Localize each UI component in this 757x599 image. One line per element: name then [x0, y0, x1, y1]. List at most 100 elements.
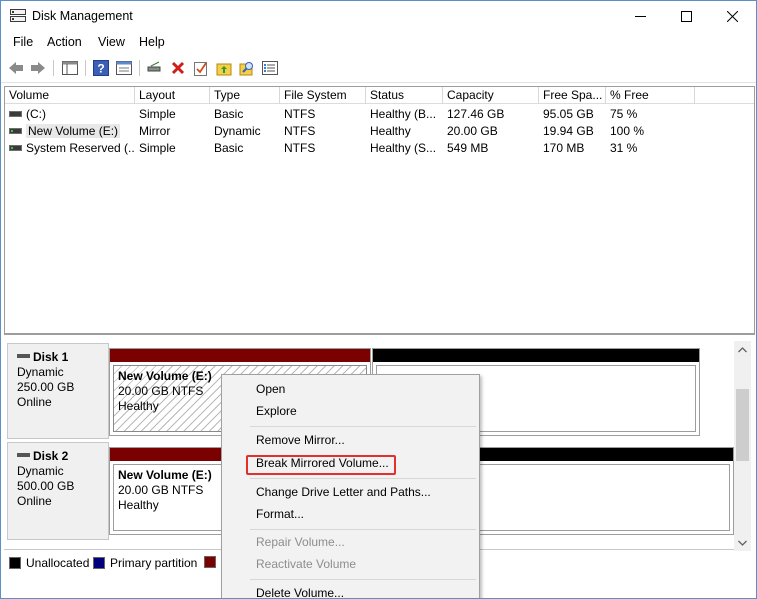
disk-2-label[interactable]: Disk 2 Dynamic 500.00 GB Online — [7, 442, 109, 540]
capacity-cell: 127.46 GB — [447, 107, 505, 121]
disk-icon — [17, 353, 30, 358]
minimize-button[interactable] — [617, 1, 663, 32]
column-volume[interactable]: Volume — [5, 87, 135, 104]
disk-name-row: Disk 1 — [17, 350, 108, 365]
toolbar-separator — [53, 60, 54, 76]
capacity-cell: 20.00 GB — [447, 124, 498, 138]
menu-bar: File Action View Help — [1, 32, 756, 54]
help-button[interactable]: ? — [91, 58, 111, 78]
connect-icon — [147, 61, 161, 72]
menu-separator — [250, 529, 476, 530]
menu-item-format[interactable]: Format... — [256, 507, 304, 521]
layout-cell: Mirror — [139, 124, 171, 138]
menu-file[interactable]: File — [13, 35, 33, 49]
volume-list: Volume Layout Type File System Status Ca… — [4, 86, 755, 334]
check-icon — [194, 62, 207, 76]
disk-management-window: Disk Management File Action View Help ? — [0, 0, 757, 599]
legend-mirrored-volume — [204, 556, 221, 568]
menu-view[interactable]: View — [98, 35, 125, 49]
menu-item-repair-volume: Repair Volume... — [256, 535, 345, 549]
vertical-scrollbar[interactable] — [734, 341, 751, 551]
connect-button[interactable] — [145, 58, 165, 78]
file-system-cell: NTFS — [284, 107, 316, 121]
close-button[interactable] — [709, 1, 755, 32]
back-icon — [9, 62, 23, 74]
forward-icon — [31, 62, 45, 74]
legend-swatch — [93, 557, 105, 569]
menu-help[interactable]: Help — [139, 35, 165, 49]
menu-item-open[interactable]: Open — [256, 382, 285, 396]
toolbar: ? — [1, 54, 756, 83]
column-layout[interactable]: Layout — [135, 87, 210, 104]
column-percent-free[interactable]: % Free — [606, 87, 695, 104]
scroll-thumb[interactable] — [736, 389, 749, 461]
volume-icon — [9, 144, 22, 151]
disk-name: Disk 2 — [33, 449, 69, 463]
disk-icon — [17, 452, 30, 457]
menu-separator — [250, 579, 476, 580]
menu-item-explore[interactable]: Explore — [256, 404, 297, 418]
volume-cell: New Volume (E:) — [5, 123, 135, 140]
list-button[interactable] — [260, 58, 280, 78]
type-cell: Basic — [214, 141, 244, 155]
folder-up-icon — [216, 63, 232, 76]
disk-type: Dynamic — [17, 464, 64, 478]
column-type[interactable]: Type — [210, 87, 280, 104]
folder-up-button[interactable] — [214, 58, 234, 78]
search-button[interactable] — [237, 58, 257, 78]
volume-cell: System Reserved (... — [5, 140, 135, 157]
column-free-space[interactable]: Free Spa... — [539, 87, 606, 104]
volume-name: System Reserved (... — [26, 141, 135, 155]
show-hide-console-tree-button[interactable] — [60, 58, 80, 78]
layout-cell: Simple — [139, 107, 176, 121]
delete-button[interactable] — [168, 58, 188, 78]
volume-icon — [9, 110, 22, 117]
capacity-cell: 549 MB — [447, 141, 489, 155]
disk-name: Disk 1 — [33, 350, 69, 364]
menu-separator — [250, 426, 476, 427]
svg-text:?: ? — [97, 62, 104, 76]
scroll-down-arrow[interactable] — [734, 534, 751, 551]
menu-item-remove-mirror[interactable]: Remove Mirror... — [256, 433, 345, 447]
disk-state: Online — [17, 395, 52, 409]
disk-name-row: Disk 2 — [17, 449, 108, 464]
menu-item-delete-volume[interactable]: Delete Volume... — [256, 586, 344, 598]
percent-free-cell: 100 % — [610, 124, 645, 138]
back-button[interactable] — [6, 58, 26, 78]
disk-type: Dynamic — [17, 365, 64, 379]
help-icon: ? — [93, 60, 109, 76]
status-cell: Healthy (S... — [370, 141, 437, 155]
menu-item-change-drive-letter[interactable]: Change Drive Letter and Paths... — [256, 485, 431, 499]
disk-state: Online — [17, 494, 52, 508]
legend-label: Unallocated — [26, 556, 90, 570]
volume-name: New Volume (E:) — [26, 124, 121, 138]
volume-list-header: Volume Layout Type File System Status Ca… — [5, 87, 754, 104]
scroll-up-arrow[interactable] — [734, 341, 751, 358]
legend-primary-partition: Primary partition — [93, 556, 197, 570]
menu-action[interactable]: Action — [47, 35, 82, 49]
properties-icon — [116, 61, 132, 75]
check-button[interactable] — [191, 58, 211, 78]
free-space-cell: 95.05 GB — [543, 107, 594, 121]
maximize-button[interactable] — [663, 1, 709, 32]
properties-button[interactable] — [114, 58, 134, 78]
unallocated-bar — [373, 349, 699, 362]
percent-free-cell: 75 % — [610, 107, 638, 121]
forward-button[interactable] — [28, 58, 48, 78]
volume-row[interactable]: (C:) Simple Basic NTFS Healthy (B... 127… — [5, 106, 754, 123]
file-system-cell: NTFS — [284, 141, 316, 155]
type-cell: Dynamic — [214, 124, 261, 138]
window-title: Disk Management — [32, 9, 133, 23]
delete-icon — [171, 61, 185, 75]
type-cell: Basic — [214, 107, 244, 121]
column-file-system[interactable]: File System — [280, 87, 366, 104]
volume-row[interactable]: System Reserved (... Simple Basic NTFS H… — [5, 140, 754, 157]
title-bar: Disk Management — [1, 1, 756, 32]
volume-row[interactable]: New Volume (E:) Mirror Dynamic NTFS Heal… — [5, 123, 754, 140]
column-capacity[interactable]: Capacity — [443, 87, 539, 104]
context-menu: Open Explore Remove Mirror... Break Mirr… — [221, 374, 480, 598]
disk-management-app-icon — [10, 9, 26, 22]
disk-1-label[interactable]: Disk 1 Dynamic 250.00 GB Online — [7, 343, 109, 439]
column-status[interactable]: Status — [366, 87, 443, 104]
menu-separator — [250, 478, 476, 479]
